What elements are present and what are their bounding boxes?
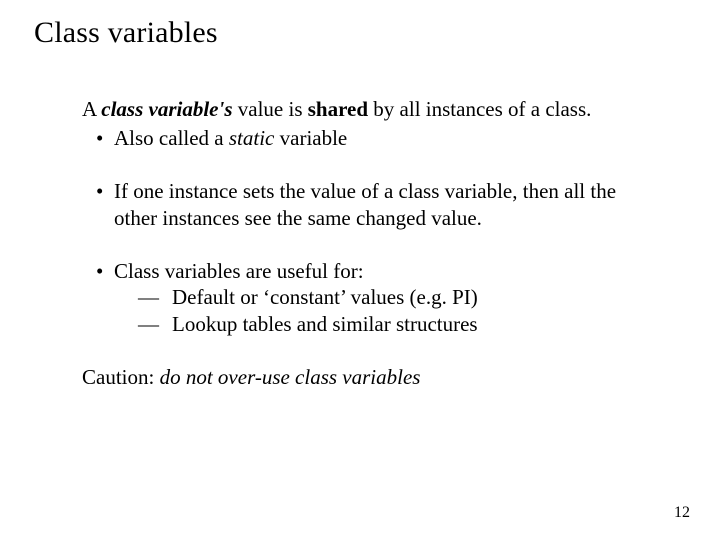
bullet-static: • Also called a static variable <box>96 125 642 152</box>
lead-t3: by all instances of a class. <box>368 97 591 121</box>
bullet-instances-text: If one instance sets the value of a clas… <box>114 178 642 232</box>
b1-em: static <box>229 126 275 150</box>
b1-pre: Also called a <box>114 126 229 150</box>
subbullet-default-text: Default or ‘constant’ values (e.g. PI) <box>172 284 478 311</box>
bullet-icon: • <box>96 258 114 285</box>
bullet-static-text: Also called a static variable <box>114 125 347 152</box>
subbullet-lookup: — Lookup tables and similar structures <box>138 311 642 338</box>
dash-icon: — <box>138 311 172 338</box>
subbullet-lookup-text: Lookup tables and similar structures <box>172 311 478 338</box>
slide-body: A class variable's value is shared by al… <box>82 96 642 391</box>
slide-title: Class variables <box>34 16 218 50</box>
dash-icon: — <box>138 284 172 311</box>
spacer <box>82 338 642 364</box>
bullet-instances: • If one instance sets the value of a cl… <box>96 178 642 232</box>
bullet-icon: • <box>96 178 114 232</box>
subbullet-default: — Default or ‘constant’ values (e.g. PI) <box>138 284 642 311</box>
bullet-useful: • Class variables are useful for: <box>96 258 642 285</box>
lead-t1: A <box>82 97 101 121</box>
lead-em1: class variable's <box>101 97 232 121</box>
b1-post: variable <box>274 126 347 150</box>
caution-line: Caution: do not over-use class variables <box>82 364 642 391</box>
lead-t2: value is <box>233 97 308 121</box>
lead-bold: shared <box>308 97 368 121</box>
caution-pre: Caution: <box>82 365 160 389</box>
slide: Class variables A class variable's value… <box>0 0 720 540</box>
page-number: 12 <box>674 504 690 522</box>
caution-em: do not over-use class variables <box>160 365 421 389</box>
spacer <box>82 152 642 178</box>
bullet-icon: • <box>96 125 114 152</box>
lead-paragraph: A class variable's value is shared by al… <box>82 96 642 123</box>
bullet-useful-text: Class variables are useful for: <box>114 258 364 285</box>
spacer <box>82 232 642 258</box>
